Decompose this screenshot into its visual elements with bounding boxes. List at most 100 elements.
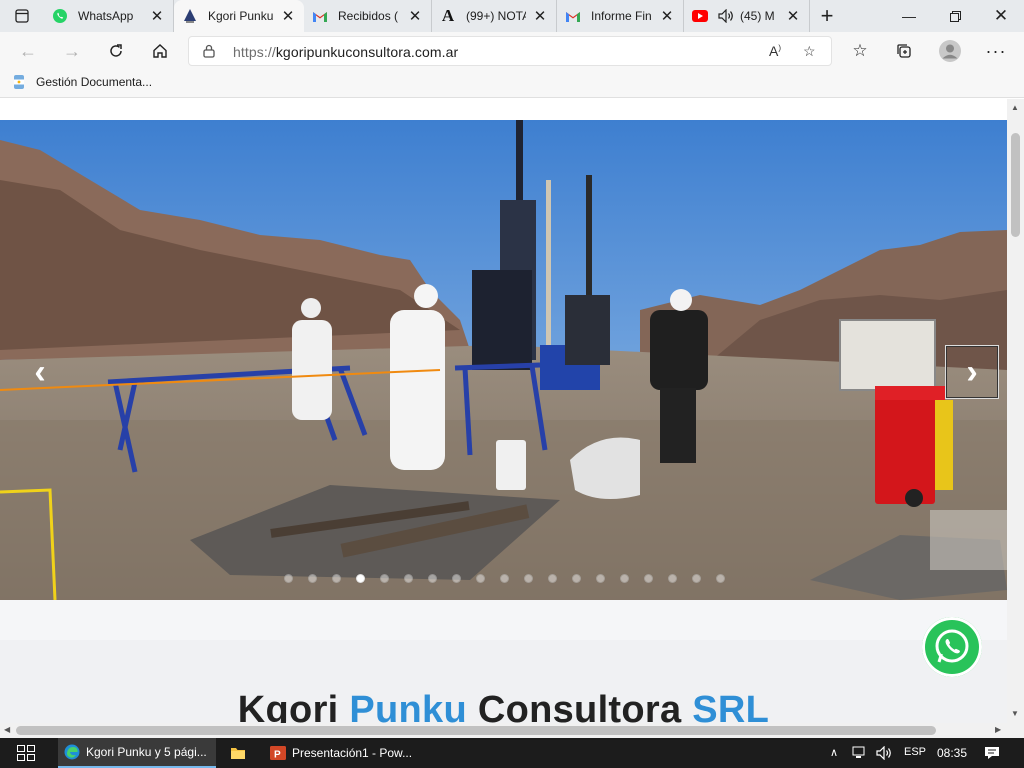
- company-title-part: SRL: [692, 689, 770, 723]
- tab-title: Kgori Punku: [208, 9, 274, 23]
- profile-button[interactable]: [936, 37, 964, 65]
- carousel-dot[interactable]: [404, 574, 413, 583]
- whatsapp-icon: [935, 629, 969, 663]
- task-view-button[interactable]: [0, 738, 52, 768]
- carousel-dot[interactable]: [452, 574, 461, 583]
- new-tab-button[interactable]: +: [810, 0, 844, 32]
- address-toolbar: ← → https://kgoripunkuconsultora.com.ar …: [0, 32, 1024, 70]
- carousel-dot[interactable]: [332, 574, 341, 583]
- back-button[interactable]: ←: [14, 37, 42, 65]
- vertical-scrollbar[interactable]: ▲ ▼: [1007, 99, 1024, 723]
- volume-icon[interactable]: [876, 745, 892, 763]
- forward-button[interactable]: →: [58, 37, 86, 65]
- notifications-icon[interactable]: [984, 746, 1000, 763]
- address-bar[interactable]: https://kgoripunkuconsultora.com.ar A) ☆: [188, 36, 832, 66]
- chevron-left-icon: ‹: [34, 352, 46, 391]
- tab-actions-button[interactable]: [0, 0, 44, 32]
- url-text[interactable]: https://kgoripunkuconsultora.com.ar: [233, 44, 458, 60]
- carousel-dot[interactable]: [428, 574, 437, 583]
- taskbar-edge[interactable]: Kgori Punku y 5 pági...: [58, 738, 216, 768]
- carousel-prev-button[interactable]: ‹: [14, 346, 66, 398]
- taskbar-powerpoint[interactable]: P Presentación1 - Pow...: [264, 738, 414, 768]
- bookmarks-bar: Gestión Documenta...: [0, 70, 1024, 98]
- carousel-dot[interactable]: [692, 574, 701, 583]
- favorites-button[interactable]: ☆: [846, 37, 874, 65]
- add-favorite-icon[interactable]: ☆: [803, 43, 816, 60]
- carousel-dot[interactable]: [644, 574, 653, 583]
- scroll-left-icon[interactable]: ◀: [4, 725, 10, 734]
- url-host: kgoripunkuconsultora.com.ar: [275, 44, 459, 60]
- restore-icon: [949, 10, 961, 22]
- svg-text:P: P: [274, 750, 281, 761]
- folder-icon: [231, 748, 245, 759]
- kgori-logo-icon: [182, 8, 198, 24]
- tab-title: Recibidos (: [338, 9, 399, 23]
- favorites-star-icon: ☆: [852, 41, 868, 60]
- minimize-button[interactable]: —: [886, 0, 932, 32]
- close-window-button[interactable]: ✕: [978, 0, 1024, 32]
- horizontal-scrollbar[interactable]: ◀ ▶: [0, 723, 1024, 738]
- home-button[interactable]: [146, 37, 174, 65]
- close-icon[interactable]: ✕: [407, 7, 423, 25]
- tab-informe-final[interactable]: Informe Fin ✕: [557, 0, 684, 32]
- scrollbar-thumb[interactable]: [1011, 133, 1020, 237]
- tab-whatsapp[interactable]: WhatsApp ✕: [44, 0, 174, 32]
- tab-gmail-recibidos[interactable]: Recibidos ( ✕: [304, 0, 432, 32]
- company-title-part: Kgori: [237, 689, 350, 723]
- carousel-dot[interactable]: [548, 574, 557, 583]
- restore-button[interactable]: [932, 0, 978, 32]
- hero-carousel: ‹ ›: [0, 120, 1007, 600]
- more-dots-icon: ···: [985, 40, 1007, 61]
- scroll-right-icon[interactable]: ▶: [995, 725, 1001, 734]
- carousel-dot[interactable]: [524, 574, 533, 583]
- refresh-icon: [110, 44, 122, 57]
- carousel-dot[interactable]: [596, 574, 605, 583]
- carousel-dot[interactable]: [500, 574, 509, 583]
- scroll-up-icon[interactable]: ▲: [1011, 103, 1019, 112]
- show-hidden-icons-icon[interactable]: ∧: [830, 746, 838, 759]
- carousel-next-button[interactable]: ›: [945, 345, 999, 399]
- scrollbar-thumb[interactable]: [16, 726, 936, 735]
- bookmark-gestion-documental[interactable]: Gestión Documenta...: [14, 75, 152, 89]
- tab-kgori-punku[interactable]: Kgori Punku ✕: [174, 0, 304, 32]
- input-language[interactable]: ESP: [904, 746, 926, 758]
- whatsapp-float-button[interactable]: [922, 617, 982, 677]
- bookmark-label: Gestión Documenta...: [36, 75, 153, 89]
- minimize-icon: —: [902, 8, 916, 24]
- carousel-dot[interactable]: [716, 574, 725, 583]
- refresh-button[interactable]: [102, 37, 130, 65]
- tab-nota[interactable]: A (99+) NOTA ✕: [432, 0, 557, 32]
- close-icon[interactable]: ✕: [785, 7, 801, 25]
- settings-menu-button[interactable]: ···: [982, 37, 1010, 65]
- company-title: Kgori Punku Consultora SRL: [0, 689, 1007, 723]
- carousel-dot[interactable]: [356, 574, 365, 583]
- carousel-dot[interactable]: [620, 574, 629, 583]
- close-icon[interactable]: ✕: [659, 7, 675, 25]
- read-aloud-icon[interactable]: A): [769, 43, 781, 59]
- task-view-icon: [17, 745, 35, 761]
- page-viewport: ‹ › Kgori Punku Consultora SRL: [0, 99, 1007, 723]
- tab-title: (45) M: [740, 9, 775, 23]
- carousel-dot[interactable]: [284, 574, 293, 583]
- close-icon[interactable]: ✕: [280, 7, 296, 25]
- taskbar-file-explorer[interactable]: [224, 738, 260, 768]
- section-separator: [0, 600, 1007, 640]
- back-arrow-icon: ←: [19, 40, 37, 61]
- carousel-dot[interactable]: [476, 574, 485, 583]
- carousel-dot[interactable]: [668, 574, 677, 583]
- tab-actions-icon: [15, 9, 29, 23]
- tab-youtube[interactable]: (45) M ✕: [684, 0, 810, 32]
- carousel-dot[interactable]: [308, 574, 317, 583]
- carousel-dot[interactable]: [572, 574, 581, 583]
- youtube-icon: [692, 8, 708, 24]
- close-icon[interactable]: ✕: [149, 7, 165, 25]
- collections-button[interactable]: [890, 37, 918, 65]
- scroll-down-icon[interactable]: ▼: [1011, 709, 1019, 718]
- clock[interactable]: 08:35: [937, 746, 967, 760]
- close-icon[interactable]: ✕: [532, 7, 548, 25]
- lock-icon[interactable]: [203, 44, 215, 58]
- windows-taskbar: Kgori Punku y 5 pági... P Presentación1 …: [0, 738, 1024, 768]
- network-icon[interactable]: [852, 746, 868, 763]
- carousel-dot[interactable]: [380, 574, 389, 583]
- speaker-icon[interactable]: [718, 8, 734, 24]
